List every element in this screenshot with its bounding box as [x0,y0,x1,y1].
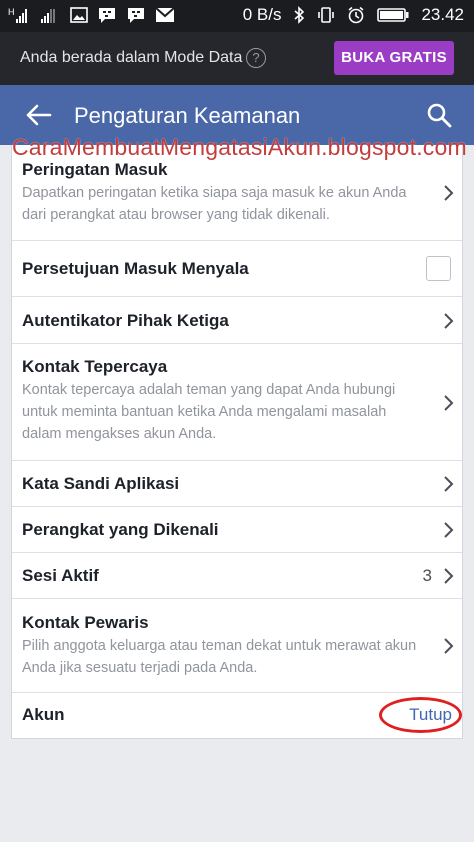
signal-icon [41,9,55,23]
item-description: Kontak tepercaya adalah teman yang dapat… [22,382,396,442]
list-item-kata-sandi-aplikasi[interactable]: Kata Sandi Aplikasi [12,461,462,507]
list-item-perangkat-dikenali[interactable]: Perangkat yang Dikenali [12,507,462,553]
buka-gratis-button[interactable]: BUKA GRATIS [334,41,454,75]
chevron-right-icon [444,185,454,201]
item-label: Persetujuan Masuk Menyala [22,259,249,278]
data-mode-message: Anda berada dalam Mode Data [20,49,243,66]
highlight-circle [379,697,462,733]
item-label: Kontak Tepercaya [22,357,168,376]
help-icon[interactable]: ? [246,48,266,68]
item-label: Akun [22,705,65,724]
gmail-icon [155,7,175,22]
chevron-right-icon [444,568,454,584]
list-item-persetujuan-masuk[interactable]: Persetujuan Masuk Menyala [12,241,462,297]
chevron-right-icon [444,313,454,329]
svg-text:H: H [8,7,15,17]
vibrate-icon [318,7,335,23]
status-bar: H 0 B/s 23.42 [0,0,474,32]
data-mode-banner: Anda berada dalam Mode Data ? BUKA GRATI… [0,32,474,85]
clock: 23.42 [421,5,464,24]
image-icon [70,7,88,23]
bluetooth-icon [294,6,305,24]
item-label: Autentikator Pihak Ketiga [22,311,229,330]
bbm-icon [99,8,115,23]
item-label: Kata Sandi Aplikasi [22,474,180,493]
security-settings-list: Peringatan Masuk Dapatkan peringatan ket… [11,145,463,739]
active-session-count: 3 [422,566,432,585]
item-description: Pilih anggota keluarga atau teman dekat … [22,638,417,676]
chevron-right-icon [444,476,454,492]
watermark-text: CaraMembuatMengatasiAkun.blogspot.com [12,134,467,160]
item-label: Perangkat yang Dikenali [22,520,219,539]
list-item-autentikator[interactable]: Autentikator Pihak Ketiga [12,297,462,344]
item-description: Dapatkan peringatan ketika siapa saja ma… [22,185,407,223]
item-label: Kontak Pewaris [22,613,149,632]
battery-icon [377,8,409,22]
page-title: Pengaturan Keamanan [74,103,301,128]
search-icon[interactable] [426,102,452,128]
net-speed: 0 B/s [242,5,282,24]
login-approval-checkbox[interactable] [426,256,451,281]
list-item-sesi-aktif[interactable]: Sesi Aktif 3 [12,553,462,599]
back-arrow-icon[interactable] [24,103,52,127]
chevron-right-icon [444,638,454,654]
signal-h-icon: H [8,7,27,23]
list-item-kontak-tepercaya[interactable]: Kontak Tepercaya Kontak tepercaya adalah… [12,344,462,461]
item-label: Peringatan Masuk [22,160,168,179]
alarm-icon [348,6,364,24]
list-item-kontak-pewaris[interactable]: Kontak Pewaris Pilih anggota keluarga at… [12,599,462,693]
bbm-icon [128,8,144,23]
chevron-right-icon [444,395,454,411]
chevron-right-icon [444,522,454,538]
item-label: Sesi Aktif [22,566,99,585]
